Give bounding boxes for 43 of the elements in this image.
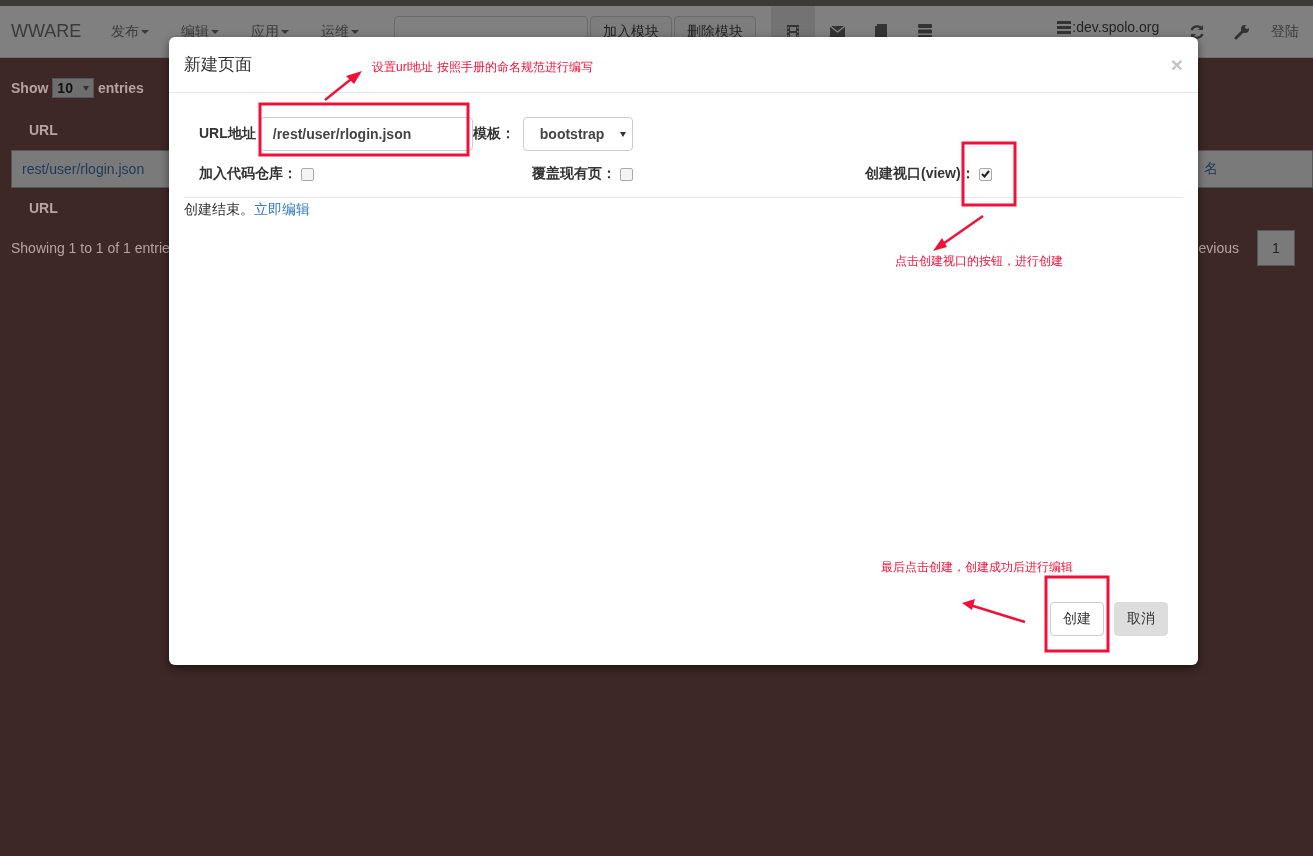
option-label: 加入代码仓库： xyxy=(199,165,297,183)
book-icon xyxy=(875,24,888,39)
annotation-text: 设置url地址 按照手册的命名规范进行编写 xyxy=(372,59,593,76)
menu-dropdown[interactable]: 发布 xyxy=(111,22,150,41)
column-header: URL xyxy=(28,121,59,140)
modal-title: 新建页面 xyxy=(184,54,252,76)
server-icon xyxy=(1057,21,1072,34)
film-icon xyxy=(786,24,801,39)
length-label: entries xyxy=(97,80,144,96)
login-link[interactable]: 登陆 xyxy=(1271,22,1300,41)
checkbox[interactable] xyxy=(301,167,314,181)
brand-name[interactable]: WWARE xyxy=(11,21,82,42)
checkbox[interactable] xyxy=(978,167,992,181)
field-label: 模板： xyxy=(472,125,515,143)
table-cell: rest/user/rlogin.json xyxy=(22,161,145,177)
cancel-button[interactable]: 取消 xyxy=(1114,602,1168,636)
menu-dropdown[interactable]: 编辑 xyxy=(181,22,220,41)
annotation-text: 最后点击创建，创建成功后进行编辑 xyxy=(881,559,1073,576)
menu-dropdown[interactable]: 运维 xyxy=(321,22,360,41)
annotation-arrow xyxy=(962,599,1026,624)
annotation-arrow xyxy=(324,71,362,101)
status-message: 创建结束。立即编辑 xyxy=(184,200,311,218)
edit-link[interactable]: 立即编辑 xyxy=(254,201,310,217)
length-label: Show xyxy=(11,80,49,96)
highlight-frame xyxy=(961,141,1017,207)
annotation-text: 点击创建视口的按钮，进行创建 xyxy=(895,253,1063,270)
create-button[interactable]: 创建 xyxy=(1050,602,1104,636)
wrench-icon[interactable] xyxy=(1234,23,1251,40)
column-footer: URL xyxy=(11,196,76,220)
option-label: 创建视口(view)： xyxy=(865,165,975,183)
length-select[interactable]: 10 xyxy=(52,78,94,98)
envelope-icon xyxy=(829,26,845,37)
template-select[interactable]: bootstrap xyxy=(522,117,633,151)
checkbox[interactable] xyxy=(620,167,633,181)
previous-link[interactable]: evious xyxy=(1198,240,1239,256)
table-info: Showing 1 to 1 of 1 entrie xyxy=(11,240,170,256)
menu-dropdown[interactable]: 应用 xyxy=(251,22,290,41)
page-button[interactable]: 1 xyxy=(1257,230,1295,266)
table-cell-text: 名 xyxy=(1204,160,1219,178)
host-name: :dev.spolo.org xyxy=(1072,20,1160,35)
option-label: 覆盖现有页： xyxy=(532,165,616,183)
field-label: URL地址 xyxy=(199,125,256,143)
annotation-arrow xyxy=(933,214,984,251)
